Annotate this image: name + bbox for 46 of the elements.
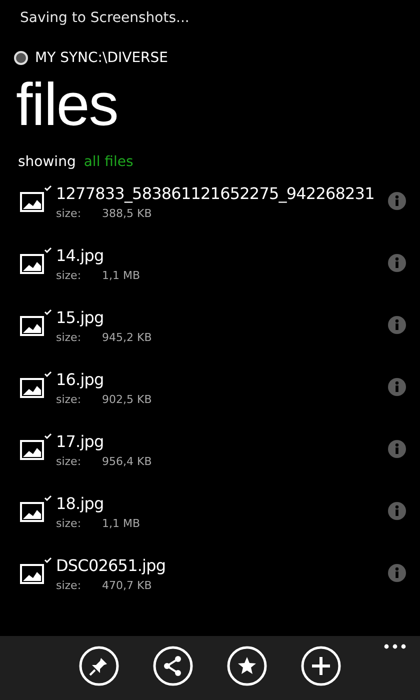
info-icon[interactable]	[388, 378, 406, 396]
info-icon[interactable]	[388, 564, 406, 582]
info-icon[interactable]	[388, 316, 406, 334]
info-icon[interactable]	[388, 192, 406, 210]
favorite-button[interactable]	[227, 646, 267, 686]
file-size: 470,7 KB	[102, 579, 152, 592]
progress-ring-icon	[13, 50, 29, 66]
share-button[interactable]	[153, 646, 193, 686]
more-icon[interactable]	[384, 644, 406, 649]
file-size: 945,2 KB	[102, 331, 152, 344]
file-name[interactable]: 18.jpg	[56, 494, 382, 513]
breadcrumb-path: MY SYNC:\DIVERSE	[35, 50, 168, 66]
image-icon	[20, 254, 44, 274]
image-icon	[20, 378, 44, 398]
info-icon[interactable]	[388, 254, 406, 272]
image-icon	[20, 564, 44, 584]
image-icon	[20, 192, 44, 212]
file-name[interactable]: 14.jpg	[56, 246, 382, 265]
status-text: Saving to Screenshots...	[19, 9, 190, 28]
file-size: 956,4 KB	[102, 455, 152, 468]
size-label: size:	[56, 331, 82, 344]
info-icon[interactable]	[388, 502, 406, 520]
filter-link[interactable]: all files	[84, 154, 134, 170]
file-name[interactable]: 17.jpg	[56, 432, 382, 451]
size-label: size:	[56, 455, 82, 468]
file-size: 902,5 KB	[102, 393, 152, 406]
filter-label: showing	[18, 154, 76, 170]
file-name[interactable]: 1277833_583861121652275_942268231	[56, 184, 382, 203]
page-title: files	[15, 70, 119, 140]
file-name[interactable]: 15.jpg	[56, 308, 382, 327]
size-label: size:	[56, 517, 82, 530]
size-label: size:	[56, 393, 82, 406]
size-label: size:	[56, 207, 82, 220]
info-icon[interactable]	[388, 440, 406, 458]
file-size: 1,1 MB	[102, 269, 140, 282]
image-icon	[20, 502, 44, 522]
size-label: size:	[56, 579, 82, 592]
file-size: 388,5 KB	[102, 207, 152, 220]
image-icon	[20, 440, 44, 460]
add-button[interactable]	[301, 646, 341, 686]
file-name[interactable]: DSC02651.jpg	[56, 556, 382, 575]
pin-button[interactable]	[79, 646, 119, 686]
file-size: 1,1 MB	[102, 517, 140, 530]
size-label: size:	[56, 269, 82, 282]
image-icon	[20, 316, 44, 336]
file-name[interactable]: 16.jpg	[56, 370, 382, 389]
